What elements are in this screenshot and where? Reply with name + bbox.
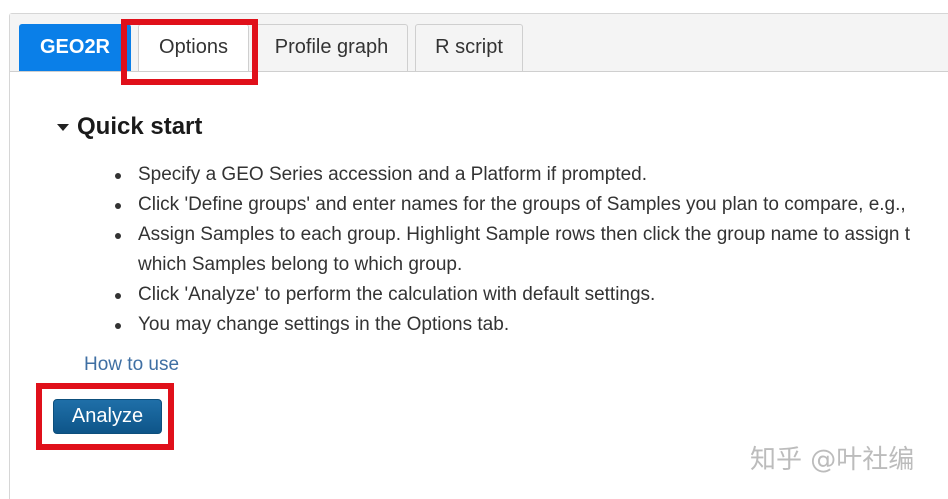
caret-down-icon: [57, 123, 69, 131]
quick-start-steps: Specify a GEO Series accession and a Pla…: [115, 160, 948, 340]
step-text-continuation: which Samples belong to which group.: [138, 254, 463, 275]
tab-r-script[interactable]: R script: [415, 24, 523, 71]
watermark: 知乎 @叶社编: [750, 445, 915, 475]
quick-start-toggle[interactable]: Quick start: [57, 112, 202, 142]
list-item: Click 'Analyze' to perform the calculati…: [115, 280, 948, 310]
list-item: Specify a GEO Series accession and a Pla…: [115, 160, 948, 190]
step-text: Specify a GEO Series accession and a Pla…: [138, 164, 648, 185]
list-item: You may change settings in the Options t…: [115, 310, 948, 340]
tab-profile-graph[interactable]: Profile graph: [255, 24, 408, 71]
how-to-use-link[interactable]: How to use: [84, 351, 179, 379]
analyze-button[interactable]: Analyze: [53, 399, 162, 434]
quick-start-title: Quick start: [77, 113, 203, 140]
tab-geo2r[interactable]: GEO2R: [19, 24, 131, 71]
step-text: Click 'Analyze' to perform the calculati…: [138, 284, 656, 305]
tab-options[interactable]: Options: [138, 24, 249, 71]
list-item: Click 'Define groups' and enter names fo…: [115, 190, 948, 220]
step-text: You may change settings in the Options t…: [138, 314, 510, 335]
geo2r-page: GEO2R Options Profile graph R script Qui…: [0, 0, 948, 499]
step-text: Assign Samples to each group. Highlight …: [138, 224, 911, 245]
list-item: Assign Samples to each group. Highlight …: [115, 220, 948, 280]
step-text: Click 'Define groups' and enter names fo…: [138, 194, 906, 215]
